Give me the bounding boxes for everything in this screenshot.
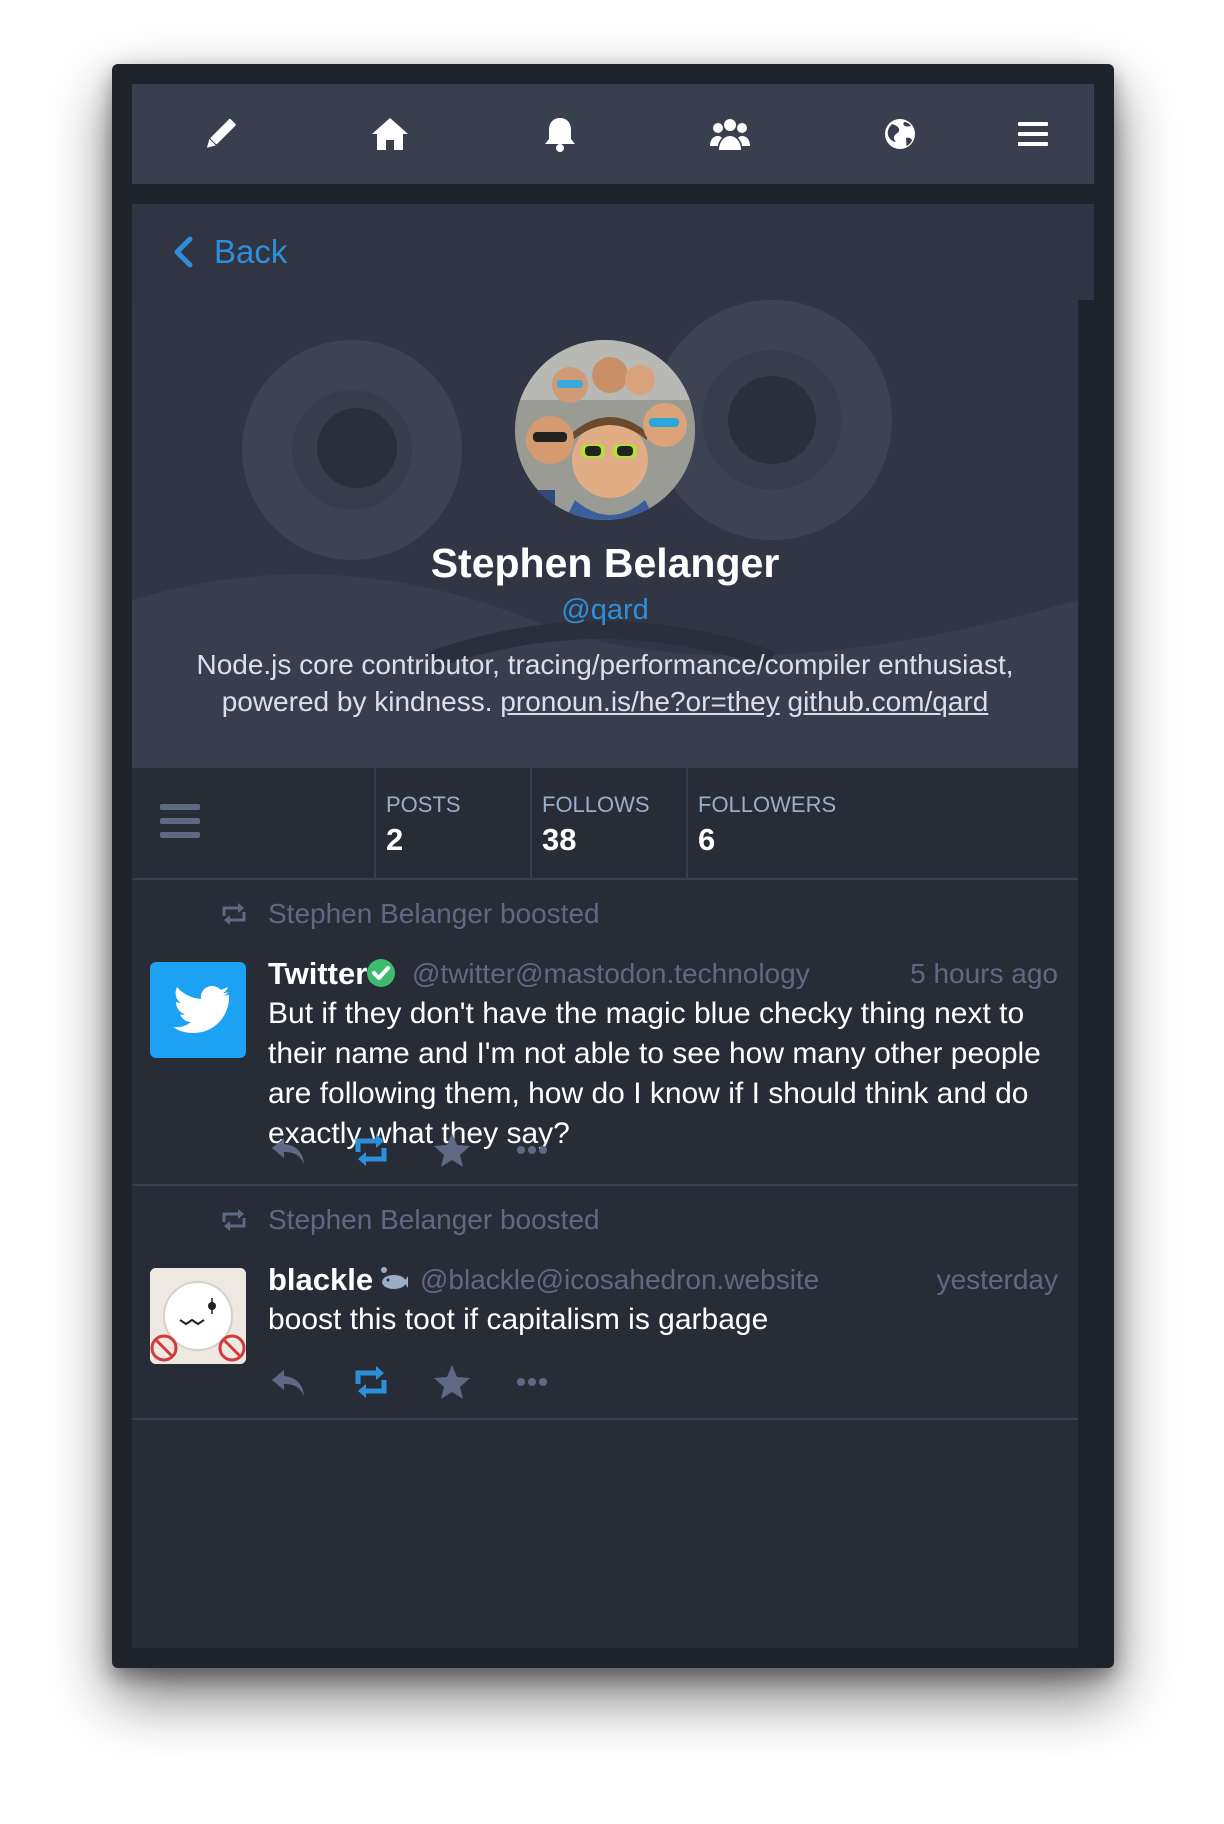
posts-label: POSTS [386,792,461,817]
status-item[interactable]: Stephen Belanger boosted Twitter @twitte… [132,880,1078,1186]
follows-value: 38 [542,822,577,857]
status-timestamp[interactable]: 5 hours ago [910,958,1058,990]
boost-icon[interactable] [350,1130,392,1170]
status-timestamp[interactable]: yesterday [937,1264,1058,1296]
profile-bio: Node.js core contributor, tracing/perfor… [172,646,1038,720]
more-options-icon[interactable] [512,1362,552,1402]
custom-emoji-icon [381,1267,408,1289]
globe-icon[interactable] [878,114,922,154]
account-handle[interactable]: @qard [132,594,1078,627]
boosted-by-text: Stephen Belanger boosted [268,1204,600,1235]
followers-counter[interactable]: FOLLOWERS 6 [686,768,1078,878]
pencil-icon[interactable] [198,114,242,154]
status-content: boost this toot if capitalism is garbage [268,1303,769,1336]
posts-counter[interactable]: POSTS 2 [374,768,530,878]
bell-icon[interactable] [538,114,582,154]
app-screen: Back Stephen Belanger @qard Node.js core… [132,84,1094,1648]
followers-label: FOLLOWERS [698,792,837,817]
top-navigation [132,84,1094,184]
status-header: blackle @blackle@icosahedron.website yes… [268,1262,1058,1298]
status-item[interactable]: Stephen Belanger boosted blackle @blackl… [132,1186,1078,1420]
boost-prepend: Stephen Belanger boosted [218,1204,600,1236]
back-label: Back [214,233,288,270]
star-icon[interactable] [432,1362,472,1402]
account-header: Stephen Belanger @qard Node.js core cont… [132,300,1078,766]
reply-icon[interactable] [268,1362,308,1402]
status-display-name[interactable]: Twitter [268,956,367,992]
boost-prepend: Stephen Belanger boosted [218,898,600,930]
bars-menu-icon[interactable] [160,802,204,842]
chevron-left-icon [174,236,193,268]
star-icon[interactable] [432,1130,472,1170]
github-link[interactable]: github.com/qard [788,686,989,717]
scrollbar-track[interactable] [1078,300,1094,1648]
users-icon[interactable] [708,114,752,154]
boosted-by-text: Stephen Belanger boosted [268,898,600,929]
status-avatar-blackle[interactable] [150,1268,246,1364]
back-button[interactable]: Back [172,230,287,274]
app-window: Back Stephen Belanger @qard Node.js core… [112,64,1114,1668]
pronoun-link[interactable]: pronoun.is/he?or=they [500,686,779,717]
hamburger-menu-icon[interactable] [1012,114,1056,154]
verified-check-icon [367,959,395,987]
follows-label: FOLLOWS [542,792,650,817]
status-avatar-twitter[interactable] [150,962,246,1058]
column-header: Back [132,204,1094,300]
home-icon[interactable] [368,114,412,154]
boost-icon[interactable] [350,1362,392,1402]
status-header: Twitter @twitter@mastodon.technology 5 h… [268,956,1058,992]
follows-counter[interactable]: FOLLOWS 38 [530,768,686,878]
bird-icon [173,986,230,1033]
boost-small-icon [222,1209,246,1231]
followers-value: 6 [698,822,716,857]
more-options-icon[interactable] [512,1130,552,1170]
status-account[interactable]: @twitter@mastodon.technology [412,958,810,990]
nav-divider [132,184,1094,204]
status-display-name[interactable]: blackle [268,1262,373,1298]
reply-icon[interactable] [268,1130,308,1170]
posts-value: 2 [386,822,404,857]
profile-avatar[interactable] [515,340,695,520]
status-account[interactable]: @blackle@icosahedron.website [420,1264,819,1296]
display-name: Stephen Belanger [430,540,780,586]
account-counters: POSTS 2 FOLLOWS 38 FOLLOWERS 6 [132,766,1078,880]
boost-small-icon [222,903,246,925]
